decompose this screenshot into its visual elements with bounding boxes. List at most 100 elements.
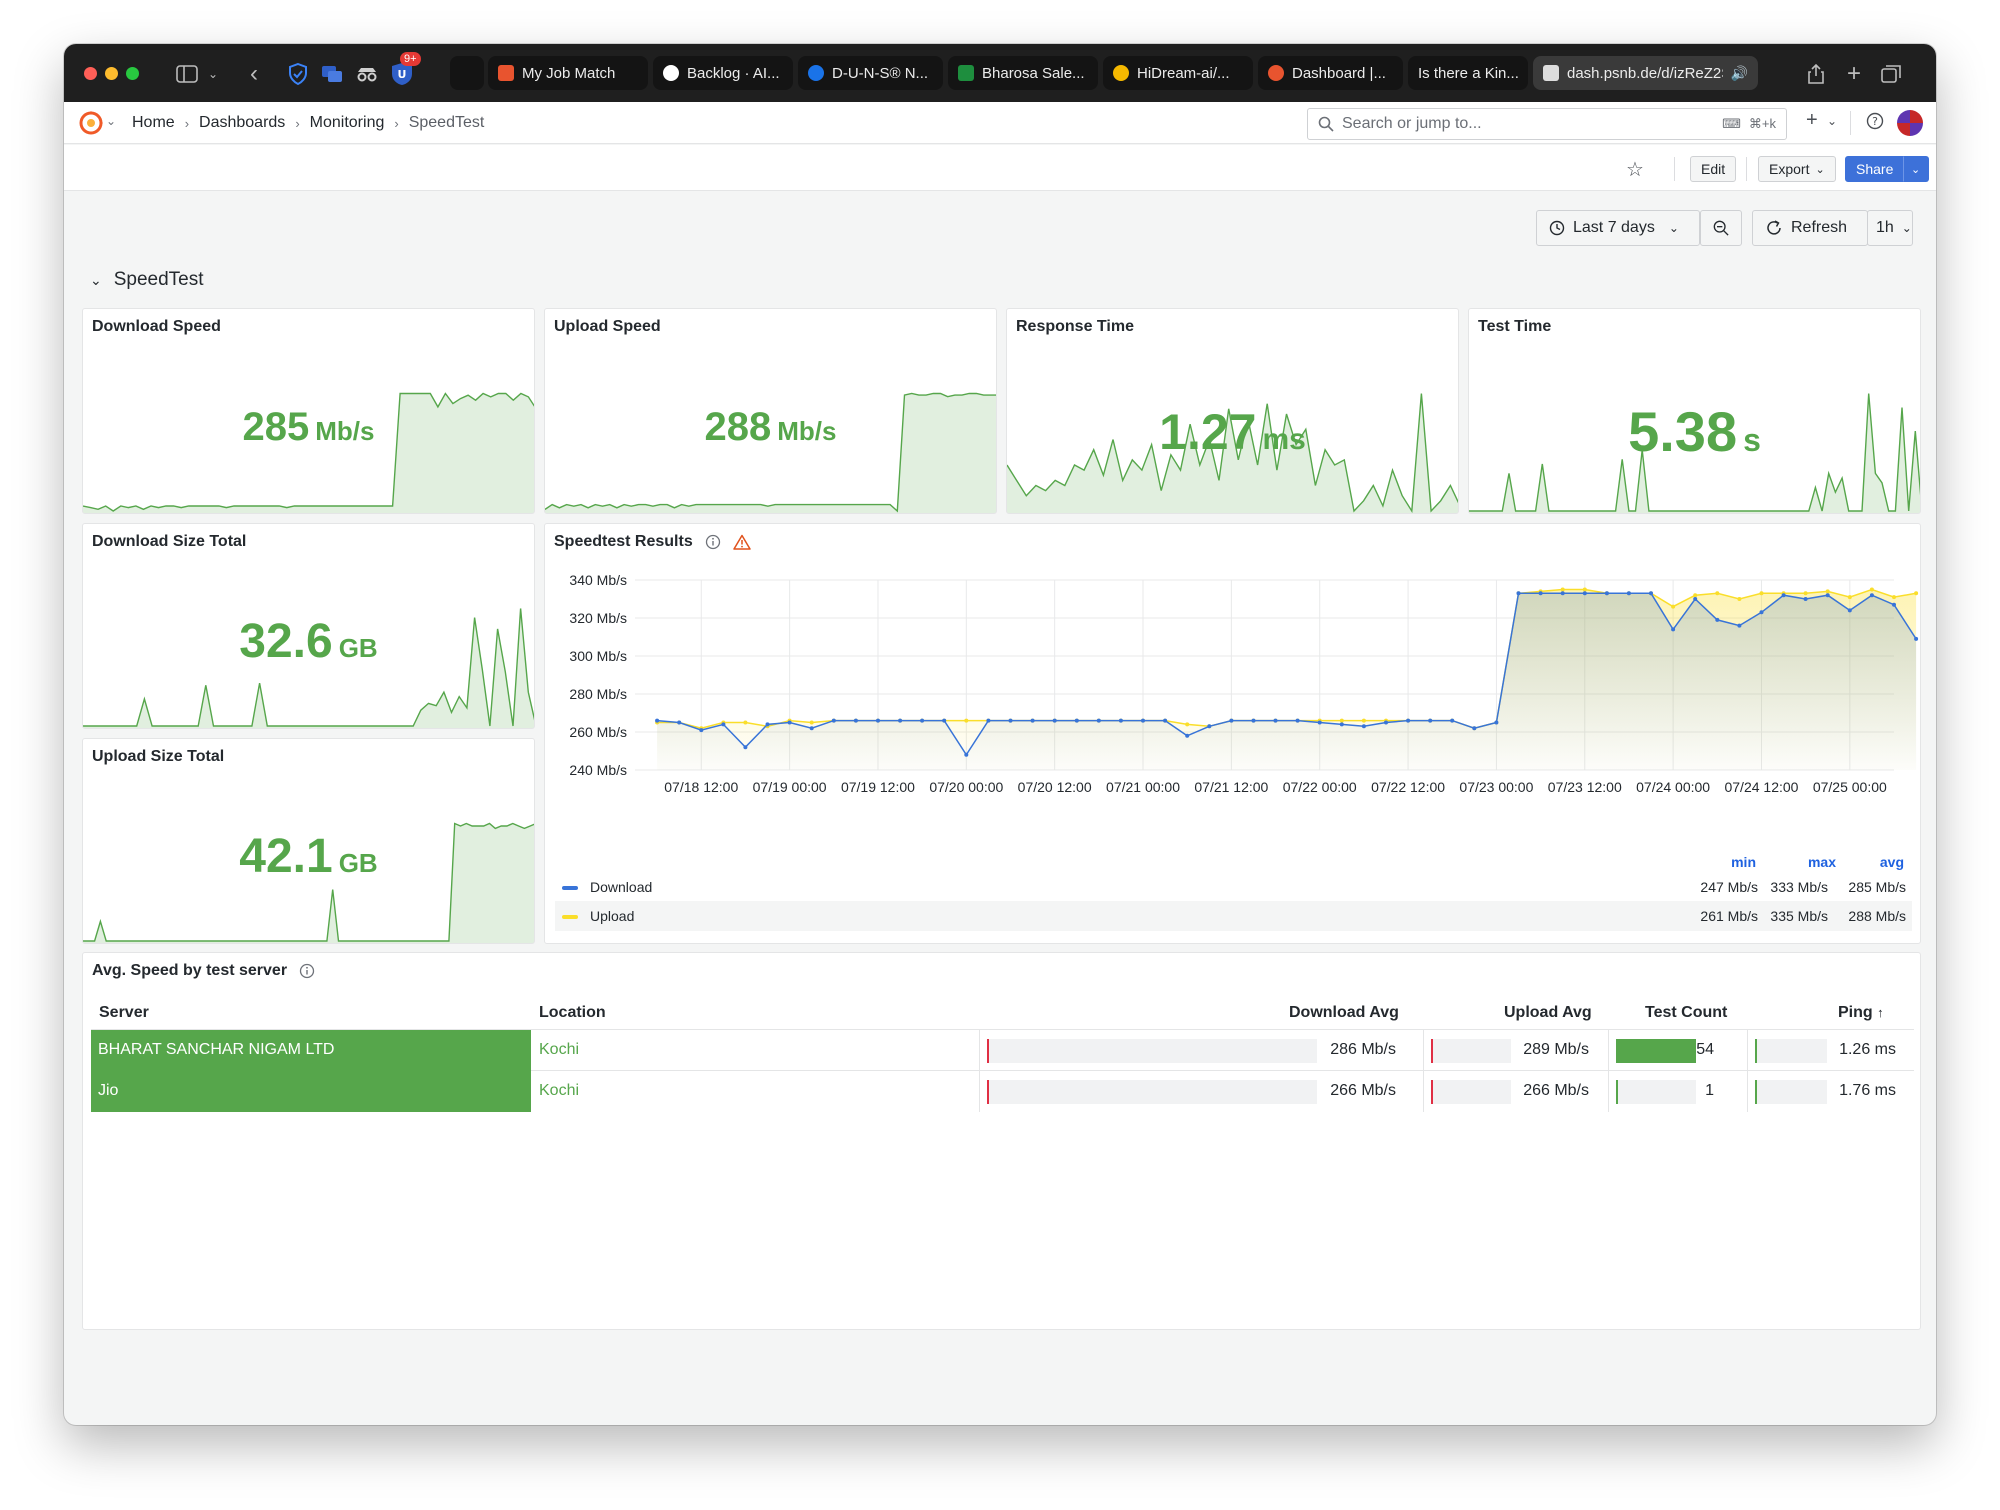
data-point-download[interactable] bbox=[853, 718, 858, 723]
data-point-upload[interactable] bbox=[1185, 722, 1190, 727]
data-point-download[interactable] bbox=[1825, 593, 1830, 598]
data-point-download[interactable] bbox=[1472, 726, 1477, 731]
legend-header-min[interactable]: min bbox=[1731, 854, 1756, 870]
window-extension-icon[interactable] bbox=[320, 62, 344, 86]
data-point-download[interactable] bbox=[1185, 733, 1190, 738]
data-point-upload[interactable] bbox=[1339, 718, 1344, 723]
stat-panel-upload-speed[interactable]: Upload Speed 288 Mb/s bbox=[544, 308, 997, 514]
table-row[interactable]: BHARAT SANCHAR NIGAM LTD Kochi 286 Mb/s … bbox=[91, 1030, 1914, 1071]
data-point-download[interactable] bbox=[1118, 718, 1123, 723]
data-point-download[interactable] bbox=[787, 720, 792, 725]
data-point-download[interactable] bbox=[1560, 591, 1565, 596]
data-point-upload[interactable] bbox=[1759, 591, 1764, 596]
browser-tab[interactable]: My Job Match bbox=[488, 56, 648, 90]
data-point-download[interactable] bbox=[765, 722, 770, 727]
data-point-upload[interactable] bbox=[964, 718, 969, 723]
data-point-upload[interactable] bbox=[743, 720, 748, 725]
browser-tab-active[interactable]: dash.psnb.de/d/izReZ2S 🔊 bbox=[1533, 56, 1758, 90]
data-point-upload[interactable] bbox=[1847, 595, 1852, 600]
data-point-download[interactable] bbox=[699, 728, 704, 733]
column-header-ping[interactable]: Ping ↑ bbox=[1838, 1004, 1884, 1022]
data-point-upload[interactable] bbox=[1737, 597, 1742, 601]
zoom-out-button[interactable] bbox=[1700, 210, 1742, 246]
data-point-upload[interactable] bbox=[1693, 593, 1698, 598]
share-icon[interactable] bbox=[1806, 62, 1826, 86]
legend-header-max[interactable]: max bbox=[1808, 854, 1836, 870]
data-point-download[interactable] bbox=[1671, 627, 1676, 632]
help-icon[interactable]: ? bbox=[1866, 112, 1884, 135]
data-point-upload[interactable] bbox=[809, 720, 814, 725]
data-point-download[interactable] bbox=[1384, 720, 1388, 725]
share-button[interactable]: Share bbox=[1845, 156, 1905, 182]
data-point-download[interactable] bbox=[1339, 722, 1344, 727]
avatar[interactable] bbox=[1897, 110, 1923, 136]
data-point-download[interactable] bbox=[1361, 724, 1366, 729]
data-point-upload[interactable] bbox=[1803, 591, 1808, 596]
column-header-test-count[interactable]: Test Count bbox=[1645, 1004, 1727, 1022]
data-point-download[interactable] bbox=[1538, 591, 1543, 596]
new-tab-icon[interactable]: + bbox=[1844, 60, 1864, 87]
warning-icon[interactable] bbox=[732, 534, 751, 550]
data-point-download[interactable] bbox=[1914, 636, 1919, 641]
edit-button[interactable]: Edit bbox=[1690, 156, 1737, 182]
data-point-download[interactable] bbox=[1604, 591, 1609, 596]
search-input[interactable]: Search or jump to... ⌨ ⌘+k bbox=[1307, 108, 1787, 140]
stat-panel-upload-size[interactable]: Upload Size Total 42.1 GB bbox=[82, 738, 535, 944]
data-point-download[interactable] bbox=[743, 745, 748, 750]
data-point-download[interactable] bbox=[1008, 718, 1013, 723]
data-point-download[interactable] bbox=[1516, 591, 1521, 596]
stat-panel-download-speed[interactable]: Download Speed 285 Mb/s bbox=[82, 308, 535, 514]
breadcrumb-dashboards[interactable]: Dashboards bbox=[199, 114, 285, 132]
chevron-down-icon[interactable]: ⌄ bbox=[90, 272, 102, 289]
shield-extension-icon[interactable] bbox=[286, 62, 310, 86]
table-row[interactable]: Jio Kochi 266 Mb/s 266 Mb/s 1 1.76 ms bbox=[91, 1071, 1914, 1112]
refresh-button[interactable]: Refresh bbox=[1752, 210, 1868, 246]
data-point-download[interactable] bbox=[1649, 591, 1653, 596]
data-point-download[interactable] bbox=[1715, 617, 1720, 622]
data-point-download[interactable] bbox=[1295, 718, 1300, 723]
data-point-download[interactable] bbox=[964, 752, 969, 757]
back-arrow-icon[interactable]: ‹ bbox=[244, 60, 264, 87]
breadcrumb-home[interactable]: Home bbox=[132, 114, 175, 132]
data-point-download[interactable] bbox=[1803, 597, 1808, 601]
add-new-icon[interactable]: + bbox=[1806, 109, 1818, 132]
data-point-download[interactable] bbox=[920, 718, 925, 723]
browser-tab[interactable]: HiDream-ai/... bbox=[1103, 56, 1253, 90]
data-point-upload[interactable] bbox=[1914, 591, 1919, 596]
sidebar-toggle-icon[interactable] bbox=[174, 62, 200, 86]
column-header-download-avg[interactable]: Download Avg bbox=[1289, 1004, 1399, 1022]
timeseries-panel-speedtest-results[interactable]: Speedtest Results 240 Mb/s 260 Mb/s 280 Mb… bbox=[544, 523, 1921, 944]
close-window-button[interactable] bbox=[84, 67, 97, 80]
data-point-download[interactable] bbox=[1096, 718, 1101, 723]
tab-overview-icon[interactable] bbox=[1880, 62, 1902, 86]
data-point-download[interactable] bbox=[655, 718, 660, 723]
zoom-window-button[interactable] bbox=[126, 67, 139, 80]
stat-panel-test-time[interactable]: Test Time 5.38 s bbox=[1468, 308, 1921, 514]
legend-row-upload[interactable]: Upload 261 Mb/s 335 Mb/s 288 Mb/s bbox=[555, 901, 1912, 931]
data-point-download[interactable] bbox=[1074, 718, 1079, 723]
data-point-download[interactable] bbox=[1892, 602, 1896, 607]
data-point-download[interactable] bbox=[1273, 718, 1278, 723]
data-point-download[interactable] bbox=[1693, 597, 1698, 601]
legend-header-avg[interactable]: avg bbox=[1880, 854, 1904, 870]
data-point-download[interactable] bbox=[1406, 718, 1411, 723]
data-point-upload[interactable] bbox=[1869, 587, 1874, 592]
star-icon[interactable]: ☆ bbox=[1626, 157, 1644, 182]
data-point-download[interactable] bbox=[1428, 718, 1433, 723]
data-point-download[interactable] bbox=[942, 718, 947, 723]
data-point-download[interactable] bbox=[1781, 593, 1786, 598]
data-point-download[interactable] bbox=[1582, 591, 1587, 596]
chevron-down-icon[interactable]: ⌄ bbox=[106, 114, 116, 128]
refresh-interval-picker[interactable]: 1h ⌄ bbox=[1867, 210, 1913, 246]
speaker-icon[interactable]: 🔊 bbox=[1731, 65, 1748, 82]
data-point-download[interactable] bbox=[1847, 608, 1852, 613]
info-icon[interactable] bbox=[705, 534, 721, 550]
minimize-window-button[interactable] bbox=[105, 67, 118, 80]
stat-panel-response-time[interactable]: Response Time 1.27 ms bbox=[1006, 308, 1459, 514]
data-point-download[interactable] bbox=[1141, 718, 1145, 723]
data-point-download[interactable] bbox=[1317, 720, 1322, 725]
data-point-upload[interactable] bbox=[1560, 587, 1565, 592]
spy-extension-icon[interactable] bbox=[354, 62, 380, 86]
data-point-download[interactable] bbox=[1229, 718, 1234, 723]
stat-panel-download-size[interactable]: Download Size Total 32.6 GB bbox=[82, 523, 535, 729]
